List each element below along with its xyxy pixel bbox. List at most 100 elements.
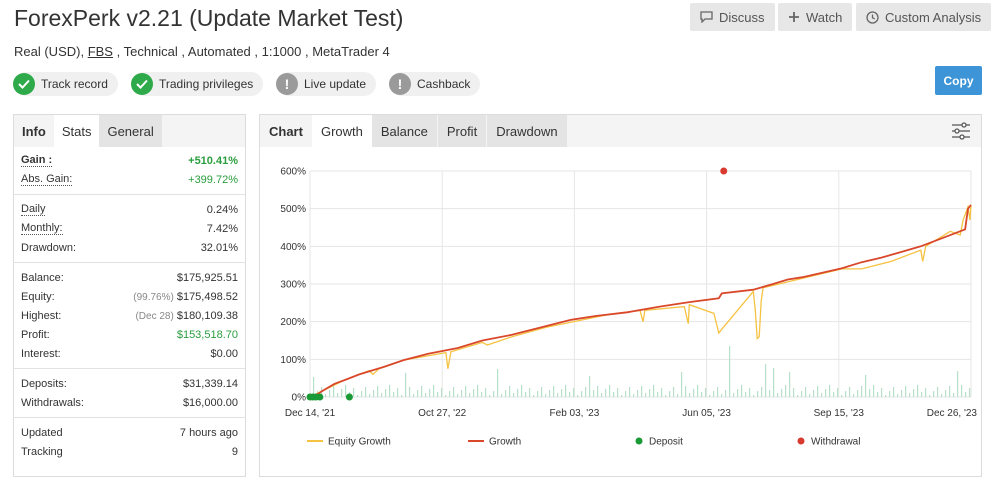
volume-bar: [385, 389, 387, 397]
stat-label[interactable]: Monthly:: [21, 222, 63, 235]
volume-bar: [537, 391, 539, 397]
volume-bar: [505, 390, 507, 397]
volume-bar: [713, 391, 715, 397]
volume-bar: [673, 387, 675, 397]
tab-chart[interactable]: Chart: [260, 115, 312, 147]
stat-label[interactable]: Daily: [21, 203, 46, 216]
volume-bar: [533, 395, 535, 397]
volume-bar: [789, 372, 791, 397]
volume-bar: [781, 389, 783, 397]
divider: [14, 368, 245, 369]
volume-bar: [717, 387, 719, 397]
volume-bar: [813, 390, 815, 397]
legend-label: Withdrawal: [811, 437, 860, 448]
volume-bar: [929, 395, 931, 397]
y-tick-label: 300%: [280, 280, 306, 291]
stat-value: $153,518.70: [176, 328, 238, 341]
y-tick-label: 500%: [280, 204, 306, 215]
stat-value: $16,000.00: [182, 396, 238, 409]
y-tick-label: 0%: [292, 393, 307, 404]
stat-label: Profit:: [21, 328, 50, 341]
divider: [14, 262, 245, 263]
volume-bar: [889, 391, 891, 397]
stat-label: Drawdown:: [21, 241, 77, 254]
legend-swatch: [797, 437, 805, 445]
volume-bar: [709, 395, 711, 397]
volume-bar: [937, 387, 939, 397]
badge-trading-privileges: Trading privileges: [131, 72, 264, 96]
deposit-marker: [316, 393, 324, 401]
volume-bar: [825, 389, 827, 397]
watch-button[interactable]: Watch: [778, 3, 853, 31]
volume-bar: [333, 386, 335, 397]
volume-bar: [873, 385, 875, 397]
volume-bar: [921, 392, 923, 397]
tab-balance[interactable]: Balance: [371, 115, 437, 147]
volume-bar: [893, 387, 895, 397]
volume-bar: [577, 395, 579, 397]
volume-bar: [957, 371, 959, 397]
account-details: , Technical , Automated , 1:1000 , MetaT…: [112, 44, 390, 59]
plus-icon: [789, 12, 799, 22]
volume-bar: [965, 392, 967, 397]
tab-growth[interactable]: Growth: [311, 115, 372, 147]
volume-bar: [473, 389, 475, 397]
tab-general[interactable]: General: [99, 115, 162, 147]
badge-label: Trading privileges: [159, 77, 254, 91]
stat-withdrawals: Withdrawals: $16,000.00: [21, 393, 238, 412]
tab-info[interactable]: Info: [14, 115, 54, 147]
x-tick-label: Sep 15, '23: [814, 408, 865, 419]
volume-bar: [897, 394, 899, 397]
volume-bar: [357, 395, 359, 397]
tab-stats[interactable]: Stats: [53, 115, 100, 147]
check-icon: [131, 73, 153, 95]
volume-bar: [801, 391, 803, 397]
volume-bar: [445, 395, 447, 397]
volume-bar: [725, 390, 727, 397]
volume-bar: [433, 385, 435, 397]
stat-label[interactable]: Abs. Gain:: [21, 173, 73, 186]
volume-bar: [373, 390, 375, 397]
stat-value: $31,339.14: [182, 377, 238, 390]
stat-label[interactable]: Gain :: [21, 154, 53, 167]
volume-bar: [917, 385, 919, 397]
y-tick-label: 100%: [280, 355, 306, 366]
volume-bar: [565, 385, 567, 397]
volume-bar: [437, 392, 439, 397]
volume-bar: [413, 394, 415, 397]
stat-value: +399.72%: [188, 173, 238, 186]
copy-button[interactable]: Copy: [935, 66, 982, 95]
stat-value: +510.41%: [188, 154, 238, 167]
discuss-button[interactable]: Discuss: [690, 3, 775, 31]
volume-bar: [421, 386, 423, 397]
stat-value: 32.01%: [200, 241, 238, 254]
broker-link[interactable]: FBS: [88, 44, 113, 59]
badge-cashback: ! Cashback: [389, 72, 481, 96]
stat-label: Highest:: [21, 309, 62, 322]
growth-chart: 0% 100% 200% 300% 400% 500% 600% Dec 14, '21 Oct…: [280, 167, 977, 448]
volume-bar: [669, 391, 671, 397]
volume-bar: [633, 394, 635, 397]
filter-settings-icon[interactable]: [951, 122, 971, 140]
volume-bar: [425, 393, 427, 397]
volume-bar: [501, 394, 503, 397]
tab-profit[interactable]: Profit: [437, 115, 487, 147]
volume-bar: [329, 390, 331, 397]
badge-label: Live update: [304, 77, 367, 91]
volume-bar: [569, 392, 571, 397]
volume-bar: [821, 393, 823, 397]
legend-label: Equity Growth: [328, 437, 391, 448]
stat-equity: Equity: (99.76%) $175,498.52: [21, 287, 238, 306]
stat-value: $0.00: [210, 347, 238, 360]
volume-bar: [869, 389, 871, 397]
account-subtitle: Real (USD), FBS , Technical , Automated …: [14, 44, 390, 59]
series-line-equity-growth: [309, 204, 972, 398]
volume-bar: [493, 391, 495, 397]
volume-bar: [853, 394, 855, 397]
tab-drawdown[interactable]: Drawdown: [487, 115, 567, 147]
custom-analysis-button[interactable]: Custom Analysis: [856, 3, 992, 31]
volume-bar: [829, 385, 831, 397]
volume-bar: [469, 393, 471, 397]
volume-bar: [561, 389, 563, 397]
stats-tabs: Info Stats General: [14, 115, 245, 147]
